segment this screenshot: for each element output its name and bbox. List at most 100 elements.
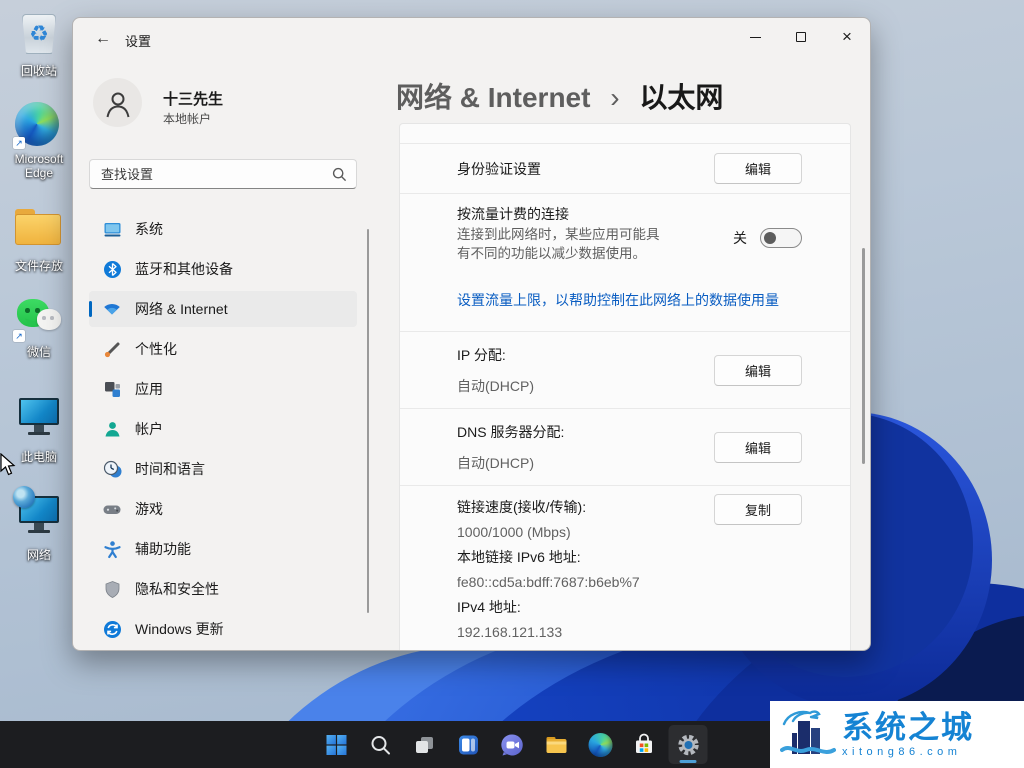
system-icon xyxy=(102,219,122,239)
ethernet-settings-list: 身份验证设置 编辑 按流量计费的连接 连接到此网络时，某些应用可能具有不同的功能… xyxy=(399,123,851,651)
desktop-icon-network[interactable]: 网络 xyxy=(0,492,78,562)
desktop-icon-label: 微信 xyxy=(0,345,78,359)
sidebar-item-label: 系统 xyxy=(135,219,163,239)
search-input[interactable] xyxy=(90,160,356,188)
user-account-type: 本地帐户 xyxy=(163,110,211,127)
accounts-icon xyxy=(102,419,122,439)
desktop-icon-microsoft-edge[interactable]: ↗ Microsoft Edge xyxy=(0,102,78,180)
sidebar-item-label: 时间和语言 xyxy=(135,459,205,479)
dns-assignment-value: 自动(DHCP) xyxy=(457,453,534,473)
authentication-row: 身份验证设置 编辑 xyxy=(400,144,850,194)
file-explorer-button[interactable] xyxy=(537,725,576,764)
sidebar-item-privacy-security[interactable]: 隐私和安全性 xyxy=(89,571,357,607)
this-pc-icon xyxy=(15,394,63,440)
ipv6-address-label: 本地链接 IPv6 地址: xyxy=(457,544,850,569)
recycle-bin-icon xyxy=(15,14,63,60)
shortcut-arrow-icon: ↗ xyxy=(13,330,25,342)
sidebar-item-personalization[interactable]: 个性化 xyxy=(89,331,357,367)
maximize-button[interactable] xyxy=(778,18,824,56)
authentication-edit-button[interactable]: 编辑 xyxy=(714,153,802,184)
breadcrumb-current: 以太网 xyxy=(639,82,723,113)
sidebar-scrollbar[interactable] xyxy=(367,229,369,613)
sidebar-item-label: 游戏 xyxy=(135,499,163,519)
edge-button[interactable] xyxy=(581,725,620,764)
sidebar-item-apps[interactable]: 应用 xyxy=(89,371,357,407)
link-details-row: 链接速度(接收/传输): 1000/1000 (Mbps) 本地链接 IPv6 … xyxy=(400,486,850,649)
sidebar-item-gaming[interactable]: 游戏 xyxy=(89,491,357,527)
desktop-icon-label: 文件存放 xyxy=(0,259,78,273)
ipv4-address-value: 192.168.121.133 xyxy=(457,619,850,644)
sidebar-item-label: 隐私和安全性 xyxy=(135,579,219,599)
sidebar-item-time-language[interactable]: 时间和语言 xyxy=(89,451,357,487)
close-button[interactable]: × xyxy=(824,18,870,56)
chat-button[interactable] xyxy=(493,725,532,764)
taskbar-icons xyxy=(317,721,708,768)
sidebar-item-windows-update[interactable]: Windows 更新 xyxy=(89,611,357,647)
dns-assignment-row: DNS 服务器分配: 自动(DHCP) 编辑 xyxy=(400,409,850,486)
apps-icon xyxy=(102,379,122,399)
taskbar-search-button[interactable] xyxy=(361,725,400,764)
ip-edit-button[interactable]: 编辑 xyxy=(714,355,802,386)
edge-logo xyxy=(588,733,612,757)
accessibility-icon xyxy=(102,539,122,559)
caption-buttons: × xyxy=(732,18,870,56)
store-button[interactable] xyxy=(625,725,664,764)
desktop-icon-label: 回收站 xyxy=(0,64,78,78)
sidebar-item-label: 应用 xyxy=(135,379,163,399)
data-limit-link[interactable]: 设置流量上限，以帮助控制在此网络上的数据使用量 xyxy=(457,290,779,310)
sidebar-item-network-internet[interactable]: 网络 & Internet xyxy=(89,291,357,327)
sidebar-item-accessibility[interactable]: 辅助功能 xyxy=(89,531,357,567)
toggle-state-label: 关 xyxy=(733,228,747,248)
start-button[interactable] xyxy=(317,725,356,764)
sidebar-item-label: 网络 & Internet xyxy=(135,299,228,319)
desktop-icon-label: Microsoft Edge xyxy=(4,152,74,180)
desktop-icon-wechat[interactable]: ↗ 微信 xyxy=(0,295,78,359)
time-language-icon xyxy=(102,459,122,479)
mouse-cursor xyxy=(0,453,16,482)
sidebar-item-bluetooth[interactable]: 蓝牙和其他设备 xyxy=(89,251,357,287)
copy-button[interactable]: 复制 xyxy=(714,494,802,525)
breadcrumb-parent[interactable]: 网络 & Internet xyxy=(396,82,590,113)
ip-assignment-row: IP 分配: 自动(DHCP) 编辑 xyxy=(400,332,850,409)
settings-window: ← 设置 × 十三先生 本地帐户 xyxy=(72,17,871,651)
metered-connection-row: 按流量计费的连接 连接到此网络时，某些应用可能具有不同的功能以减少数据使用。 关… xyxy=(400,194,850,332)
sidebar-item-label: 辅助功能 xyxy=(135,539,191,559)
metered-title: 按流量计费的连接 xyxy=(457,204,569,224)
breadcrumb: 网络 & Internet › 以太网 xyxy=(396,76,723,116)
metered-toggle[interactable] xyxy=(760,228,802,248)
partial-row xyxy=(400,124,850,144)
toggle-knob xyxy=(764,232,776,244)
sidebar-item-system[interactable]: 系统 xyxy=(89,211,357,247)
network-wifi-icon xyxy=(102,299,122,319)
ipv6-address-value: fe80::cd5a:bdff:7687:b6eb%7 xyxy=(457,569,850,594)
watermark: 系统之城 xitong86.com xyxy=(770,701,1024,768)
avatar[interactable] xyxy=(93,78,142,127)
edge-icon: ↗ xyxy=(15,102,63,148)
bluetooth-icon xyxy=(102,259,122,279)
desktop-icon-recycle-bin[interactable]: 回收站 xyxy=(0,12,78,78)
sidebar-nav: 系统 蓝牙和其他设备 网络 & Internet 个性化 应用 xyxy=(89,211,357,651)
person-icon xyxy=(103,88,133,118)
ip-assignment-value: 自动(DHCP) xyxy=(457,376,534,396)
screen: 回收站 ↗ Microsoft Edge 文件存放 ↗ 微信 此电脑 网络 ← xyxy=(0,0,1024,768)
minimize-button[interactable] xyxy=(732,18,778,56)
back-button[interactable]: ← xyxy=(87,26,119,52)
windows-update-icon xyxy=(102,619,122,639)
dns-assignment-label: DNS 服务器分配: xyxy=(457,422,564,442)
sidebar-item-label: 个性化 xyxy=(135,339,177,359)
search-icon xyxy=(332,167,347,182)
ip-assignment-label: IP 分配: xyxy=(457,345,506,365)
widgets-button[interactable] xyxy=(449,725,488,764)
task-view-button[interactable] xyxy=(405,725,444,764)
settings-button[interactable] xyxy=(669,725,708,764)
metered-toggle-group: 关 xyxy=(733,228,802,248)
content-scrollbar[interactable] xyxy=(862,248,865,464)
watermark-title: 系统之城 xyxy=(842,712,974,744)
desktop-icon-folder[interactable]: 文件存放 xyxy=(0,203,78,273)
user-name: 十三先生 xyxy=(163,88,223,109)
ipv4-address-label: IPv4 地址: xyxy=(457,594,850,619)
dns-edit-button[interactable]: 编辑 xyxy=(714,432,802,463)
personalization-icon xyxy=(102,339,122,359)
watermark-url: xitong86.com xyxy=(842,746,974,758)
sidebar-item-accounts[interactable]: 帐户 xyxy=(89,411,357,447)
